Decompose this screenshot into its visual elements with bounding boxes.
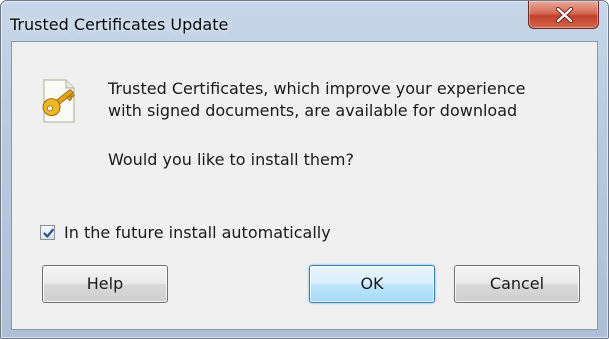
cancel-button[interactable]: Cancel [454,265,580,303]
dialog-body: Trusted Certificates, which improve your… [11,41,598,330]
auto-install-checkbox[interactable] [40,224,55,240]
close-button[interactable] [528,1,599,29]
message-line-1: Trusted Certificates, which improve your… [108,79,526,98]
help-button[interactable]: Help [42,265,168,303]
message-text: Trusted Certificates, which improve your… [108,78,578,122]
message-line-2: with signed documents, are available for… [108,101,518,120]
close-icon [555,7,574,23]
dialog-window: Trusted Certificates Update Trusted Cert… [0,0,609,339]
auto-install-option[interactable]: In the future install automatically [40,222,331,242]
certificate-key-icon [36,78,80,126]
install-question: Would you like to install them? [108,150,354,169]
window-title: Trusted Certificates Update [10,15,229,34]
title-bar[interactable]: Trusted Certificates Update [1,1,608,41]
checkmark-icon [43,228,54,238]
ok-button[interactable]: OK [309,265,435,303]
auto-install-label[interactable]: In the future install automatically [64,223,331,242]
